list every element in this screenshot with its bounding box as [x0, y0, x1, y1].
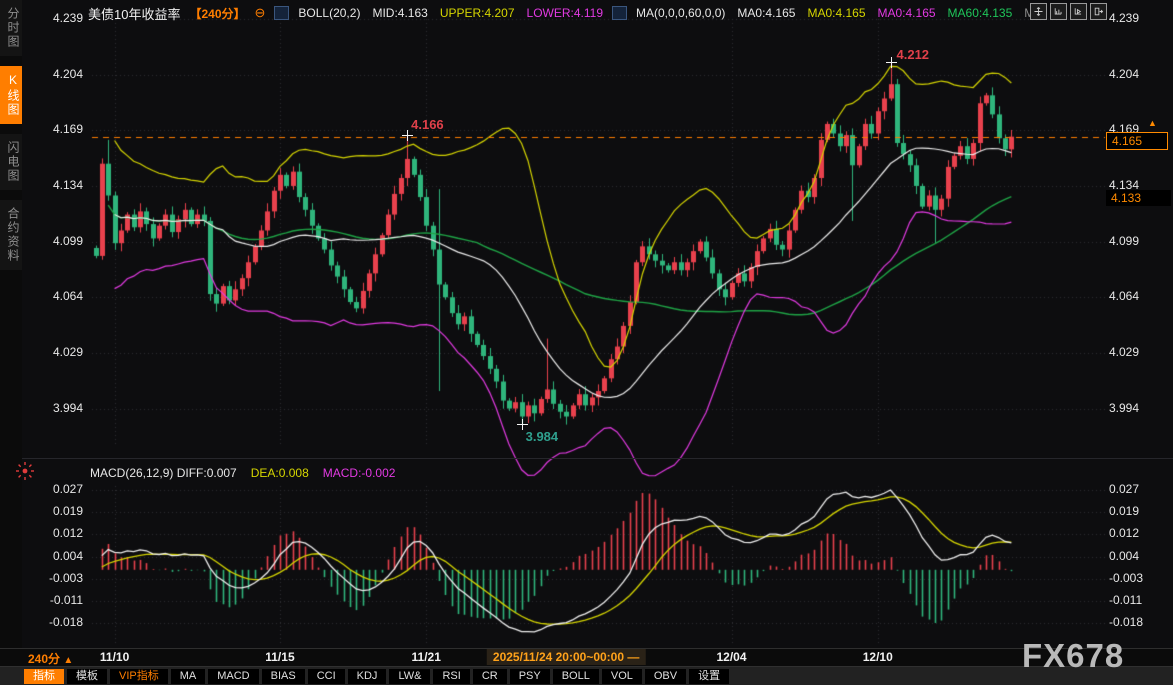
toolbar-button-PSY[interactable]: PSY	[510, 669, 550, 684]
axis-tick-label: 0.004	[53, 549, 83, 563]
toolbar-button-BOLL[interactable]: BOLL	[553, 669, 599, 684]
axis-tick-label: 4.204	[1109, 67, 1139, 81]
axis-scale-icon[interactable]	[1050, 3, 1067, 20]
secondary-price-tag: 4.133	[1106, 190, 1171, 206]
pan-icon[interactable]	[1030, 3, 1047, 20]
boll-indicator-icon	[274, 6, 289, 20]
axis-tick-label: 4.029	[53, 345, 83, 359]
panel-divider	[0, 458, 1173, 459]
exit-icon[interactable]	[1090, 3, 1107, 20]
price-extreme-label: 3.984	[526, 429, 559, 444]
axis-tick-label: 3.994	[53, 401, 83, 415]
indicator-readout: MID:4.163	[372, 6, 427, 20]
axis-tick-label: -0.011	[1109, 593, 1142, 607]
axis-tick-label: 4.239	[1109, 11, 1139, 25]
sidebar-tab-item[interactable]: 闪电图	[0, 134, 22, 190]
axis-tick-label: 0.004	[1109, 549, 1139, 563]
indicator-readout: MA0:4.165	[878, 6, 936, 20]
collapse-icon[interactable]: ⊖	[255, 5, 266, 21]
date-tick-label: 12/10	[863, 650, 893, 664]
axis-tick-label: -0.018	[1109, 615, 1143, 629]
watermark: FX678	[1022, 637, 1124, 675]
indicator-readout: LOWER:4.119	[527, 6, 603, 20]
window-controls	[1030, 3, 1107, 20]
axis-tick-label: -0.003	[49, 571, 83, 585]
axis-tick-label: 0.019	[53, 504, 83, 518]
toolbar-button-MACD[interactable]: MACD	[208, 669, 258, 684]
axis-tick-label: 0.012	[1109, 526, 1139, 540]
sidebar-tab-active[interactable]: K线图	[0, 66, 22, 124]
toolbar-button-KDJ[interactable]: KDJ	[348, 669, 387, 684]
symbol-title: 美债10年收益率	[88, 4, 180, 23]
current-price-tag: 4.165	[1106, 132, 1168, 150]
toolbar-button-CR[interactable]: CR	[473, 669, 507, 684]
axis-tick-label: 4.134	[53, 178, 83, 192]
axis-tick-label: 4.204	[53, 67, 83, 81]
date-tick-label: 11/10	[100, 650, 129, 664]
timeframe-button[interactable]: 240分 ▲	[28, 650, 73, 667]
axis-tick-label: 4.064	[53, 289, 83, 303]
toolbar-button-CCI[interactable]: CCI	[308, 669, 345, 684]
axis-tick-label: 4.099	[53, 234, 83, 248]
chart-application: 美债10年收益率 【240分】 ⊖ BOLL(20,2) MID:4.163 UPP…	[0, 0, 1173, 685]
axis-tick-label: 0.019	[1109, 504, 1139, 518]
indicator-readout: BOLL(20,2)	[298, 6, 360, 20]
axis-tick-label: -0.011	[50, 593, 83, 607]
axis-play-icon[interactable]	[1070, 3, 1087, 20]
toolbar-button-指标[interactable]: 指标	[24, 669, 64, 684]
indicator-readout: MA0:4.165	[737, 6, 795, 20]
price-extreme-label: 4.166	[411, 117, 444, 132]
axis-tick-label: 0.027	[1109, 482, 1139, 496]
axis-tick-label: 3.994	[1109, 401, 1139, 415]
axis-tick-label: 4.099	[1109, 234, 1139, 248]
axis-tick-label: -0.003	[1109, 571, 1143, 585]
sidebar-tab-item[interactable]: 分时图	[0, 0, 22, 56]
indicator-readout: MA0:4.165	[807, 6, 865, 20]
period-label[interactable]: 【240分】	[189, 5, 245, 22]
axis-tick-label: 0.027	[53, 482, 83, 496]
indicator-readout: MA(0,0,0,60,0,0)	[636, 6, 725, 20]
chart-header: 美债10年收益率 【240分】 ⊖ BOLL(20,2) MID:4.163 UPP…	[88, 4, 1034, 22]
toolbar-button-MA[interactable]: MA	[171, 669, 206, 684]
ma-readouts: MA(0,0,0,60,0,0) MA0:4.165 MA0:4.165 MA0:4.…	[636, 6, 1034, 20]
macd-readouts: MACD(26,12,9) DIFF:0.007 DEA:0.008 MACD:-0…	[90, 466, 395, 480]
toolbar-button-LW&[interactable]: LW&	[389, 669, 430, 684]
extreme-cross-marker	[886, 57, 897, 68]
toolbar-button-设置[interactable]: 设置	[689, 669, 729, 684]
x-axis-strip: 240分 ▲ 11/10 11/15 11/21 12/04 12/10 2025/11/…	[0, 648, 1173, 667]
alert-burst-icon[interactable]	[14, 460, 36, 482]
indicator-toolbar: 指标模板VIP指标MAMACD BIASCCIKDJLW&RSI CRPSYBOLL…	[0, 666, 1173, 685]
chart-type-sidebar: 分时图 K线图闪电图合约资料	[0, 0, 22, 648]
macd-readout: MACD:-0.002	[323, 466, 396, 480]
toolbar-button-RSI[interactable]: RSI	[433, 669, 469, 684]
date-tick-label: 11/15	[265, 650, 294, 664]
axis-tick-label: 0.012	[53, 526, 83, 540]
axis-tick-label: 4.239	[53, 11, 83, 25]
timeframe-label: 240分	[28, 652, 60, 666]
indicator-readout: MA60:4.135	[948, 6, 1013, 20]
ma-indicator-icon	[612, 6, 627, 20]
indicator-readout: UPPER:4.207	[440, 6, 515, 20]
price-extreme-label: 4.212	[897, 47, 930, 62]
axis-tick-label: -0.018	[49, 615, 83, 629]
toolbar-button-OBV[interactable]: OBV	[645, 669, 686, 684]
axis-tick-label: 4.064	[1109, 289, 1139, 303]
timeframe-arrow-icon: ▲	[63, 655, 73, 666]
axis-tick-label: 4.029	[1109, 345, 1139, 359]
macd-readout: MACD(26,12,9) DIFF:0.007	[90, 466, 237, 480]
toolbar-button-BIAS[interactable]: BIAS	[262, 669, 305, 684]
toolbar-button-模板[interactable]: 模板	[67, 669, 107, 684]
boll-readouts: BOLL(20,2) MID:4.163 UPPER:4.207 LOWER:4.11…	[298, 6, 603, 20]
toolbar-button-VIP指标[interactable]: VIP指标	[110, 669, 168, 684]
price-direction-arrow: ▲	[1148, 118, 1157, 128]
date-tick-label: 12/04	[716, 650, 746, 664]
axis-tick-label: 4.169	[53, 122, 83, 136]
macd-readout: DEA:0.008	[251, 466, 309, 480]
sidebar-tab-item[interactable]: 合约资料	[0, 200, 22, 270]
kline-chart-canvas[interactable]	[0, 0, 1173, 648]
toolbar-button-VOL[interactable]: VOL	[602, 669, 642, 684]
date-tick-label: 11/21	[412, 650, 441, 664]
crosshair-datetime-label: 2025/11/24 20:00~00:00 —	[487, 649, 645, 665]
